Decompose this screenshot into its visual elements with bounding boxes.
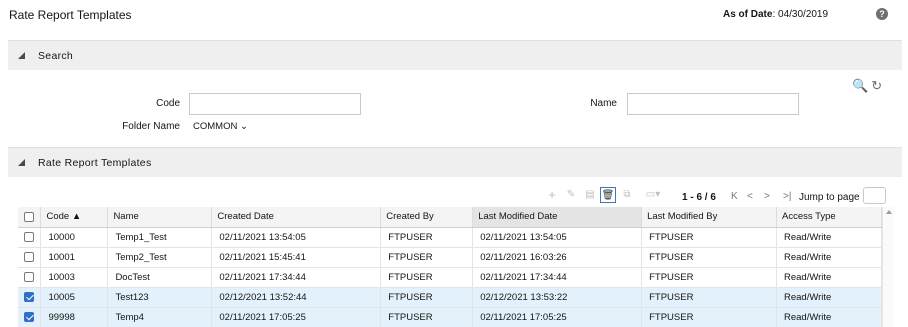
table-row[interactable]: 99998 Temp4 02/11/2021 17:05:25 FTPUSER 02/1… — [18, 307, 882, 327]
cell-created-date: 02/11/2021 13:54:05 — [211, 227, 382, 248]
cell-created-by: FTPUSER — [380, 227, 474, 248]
cell-last-modified-by: FTPUSER — [641, 307, 777, 327]
folder-name-select[interactable]: COMMON ⌄ — [189, 118, 252, 136]
row-checkbox-cell[interactable] — [18, 307, 42, 327]
cell-name: DocTest — [107, 267, 213, 288]
cell-code: 10005 — [40, 287, 109, 308]
folder-name-value: COMMON — [193, 121, 238, 132]
pager-range: 1 - 6 / 6 — [682, 192, 716, 203]
page-title: Rate Report Templates — [9, 8, 132, 22]
cell-access-type: Read/Write — [776, 307, 882, 327]
cell-created-date: 02/11/2021 17:05:25 — [211, 307, 382, 327]
first-page-icon[interactable]: K — [731, 191, 738, 202]
as-of-date-value: : 04/30/2019 — [772, 9, 829, 20]
column-header-last-modified-date[interactable]: Last Modified Date — [472, 207, 643, 228]
cell-last-modified-date: 02/12/2021 13:53:22 — [472, 287, 643, 308]
cell-created-date: 02/11/2021 17:34:44 — [211, 267, 382, 288]
row-checkbox-cell[interactable] — [18, 227, 42, 248]
last-page-icon[interactable]: >| — [783, 191, 791, 202]
cell-access-type: Read/Write — [776, 227, 882, 248]
cell-last-modified-date: 02/11/2021 13:54:05 — [472, 227, 643, 248]
cell-created-date: 02/11/2021 15:45:41 — [211, 247, 382, 268]
cell-created-by: FTPUSER — [380, 287, 474, 308]
table-scrollbar[interactable] — [882, 207, 894, 327]
more-actions-icon[interactable]: ▭▾ — [641, 187, 665, 203]
grid-section-label: Rate Report Templates — [38, 157, 152, 169]
search-icon[interactable]: 🔍 — [852, 78, 868, 93]
cell-last-modified-by: FTPUSER — [641, 267, 777, 288]
name-label: Name — [590, 98, 617, 109]
collapse-triangle-icon[interactable] — [18, 52, 25, 59]
templates-table: Code ▲ Name Created Date Created By Last… — [18, 207, 882, 327]
code-label: Code — [156, 98, 180, 109]
cell-access-type: Read/Write — [776, 247, 882, 268]
cell-last-modified-date: 02/11/2021 17:05:25 — [472, 307, 643, 327]
row-checkbox-cell[interactable] — [18, 247, 42, 268]
name-input[interactable] — [627, 93, 799, 115]
view-icon[interactable]: ▤ — [582, 187, 598, 203]
copy-icon[interactable]: ⧉ — [619, 187, 635, 203]
table-row[interactable]: 10001 Temp2_Test 02/11/2021 15:45:41 FTPUSE… — [18, 247, 882, 268]
chevron-down-icon: ▾ — [655, 189, 661, 200]
delete-icon[interactable]: 🗑 — [600, 187, 616, 203]
column-header-created-by[interactable]: Created By — [380, 207, 474, 228]
grid-section-header[interactable]: Rate Report Templates — [8, 147, 902, 177]
cell-access-type: Read/Write — [776, 287, 882, 308]
cell-last-modified-by: FTPUSER — [641, 287, 777, 308]
cell-last-modified-date: 02/11/2021 17:34:44 — [472, 267, 643, 288]
cell-code: 99998 — [40, 307, 109, 327]
cell-code: 10003 — [40, 267, 109, 288]
search-section-label: Search — [38, 50, 74, 62]
help-icon[interactable]: ? — [876, 8, 888, 20]
row-checkbox[interactable] — [24, 251, 34, 262]
column-header-name[interactable]: Name — [107, 207, 213, 228]
as-of-date: As of Date: 04/30/2019 — [723, 9, 828, 20]
as-of-date-label: As of Date — [723, 9, 773, 20]
next-page-icon[interactable]: > — [764, 191, 770, 202]
jump-to-page-input[interactable] — [863, 187, 886, 204]
cell-created-by: FTPUSER — [380, 247, 474, 268]
search-section-header[interactable]: Search — [8, 40, 902, 70]
chevron-down-icon: ⌄ — [239, 121, 248, 132]
previous-page-icon[interactable]: < — [747, 191, 753, 202]
row-checkbox[interactable] — [24, 231, 34, 242]
cell-code: 10001 — [40, 247, 109, 268]
cell-created-date: 02/12/2021 13:52:44 — [211, 287, 382, 308]
row-checkbox-cell[interactable] — [18, 267, 42, 288]
cell-created-by: FTPUSER — [380, 307, 474, 327]
cell-last-modified-date: 02/11/2021 16:03:26 — [472, 247, 643, 268]
row-checkbox[interactable] — [24, 291, 34, 302]
column-header-access-type[interactable]: Access Type — [776, 207, 882, 228]
reset-icon[interactable]: ↻ — [871, 78, 882, 93]
scroll-up-icon[interactable] — [886, 210, 892, 214]
jump-to-page-label: Jump to page — [799, 192, 860, 203]
column-header-last-modified-by[interactable]: Last Modified By — [641, 207, 777, 228]
cell-last-modified-by: FTPUSER — [641, 247, 777, 268]
search-tools: 🔍 ↻ — [849, 78, 882, 94]
collapse-triangle-icon[interactable] — [18, 159, 25, 166]
folder-name-label: Folder Name — [122, 121, 180, 132]
column-header-code[interactable]: Code ▲ — [40, 207, 109, 228]
table-row[interactable]: 10003 DocTest 02/11/2021 17:34:44 FTPUSER 02… — [18, 267, 882, 288]
table-header-row: Code ▲ Name Created Date Created By Last… — [18, 207, 882, 228]
add-icon[interactable]: + — [544, 187, 560, 203]
cell-created-by: FTPUSER — [380, 267, 474, 288]
column-header-created-date[interactable]: Created Date — [211, 207, 382, 228]
cell-name: Temp1_Test — [107, 227, 213, 248]
code-input[interactable] — [189, 93, 361, 115]
cell-name: Test123 — [107, 287, 213, 308]
table-row[interactable]: 10000 Temp1_Test 02/11/2021 13:54:05 FTPUSE… — [18, 227, 882, 248]
row-checkbox[interactable] — [24, 271, 34, 282]
table-row[interactable]: 10005 Test123 02/12/2021 13:52:44 FTPUSER 02… — [18, 287, 882, 308]
select-all-checkbox-cell[interactable] — [18, 207, 42, 228]
cell-code: 10000 — [40, 227, 109, 248]
cell-name: Temp4 — [107, 307, 213, 327]
cell-last-modified-by: FTPUSER — [641, 227, 777, 248]
cell-name: Temp2_Test — [107, 247, 213, 268]
cell-access-type: Read/Write — [776, 267, 882, 288]
select-all-checkbox[interactable] — [24, 211, 34, 222]
row-checkbox-cell[interactable] — [18, 287, 42, 308]
edit-icon[interactable]: ✎ — [563, 187, 579, 203]
row-checkbox[interactable] — [24, 311, 34, 322]
